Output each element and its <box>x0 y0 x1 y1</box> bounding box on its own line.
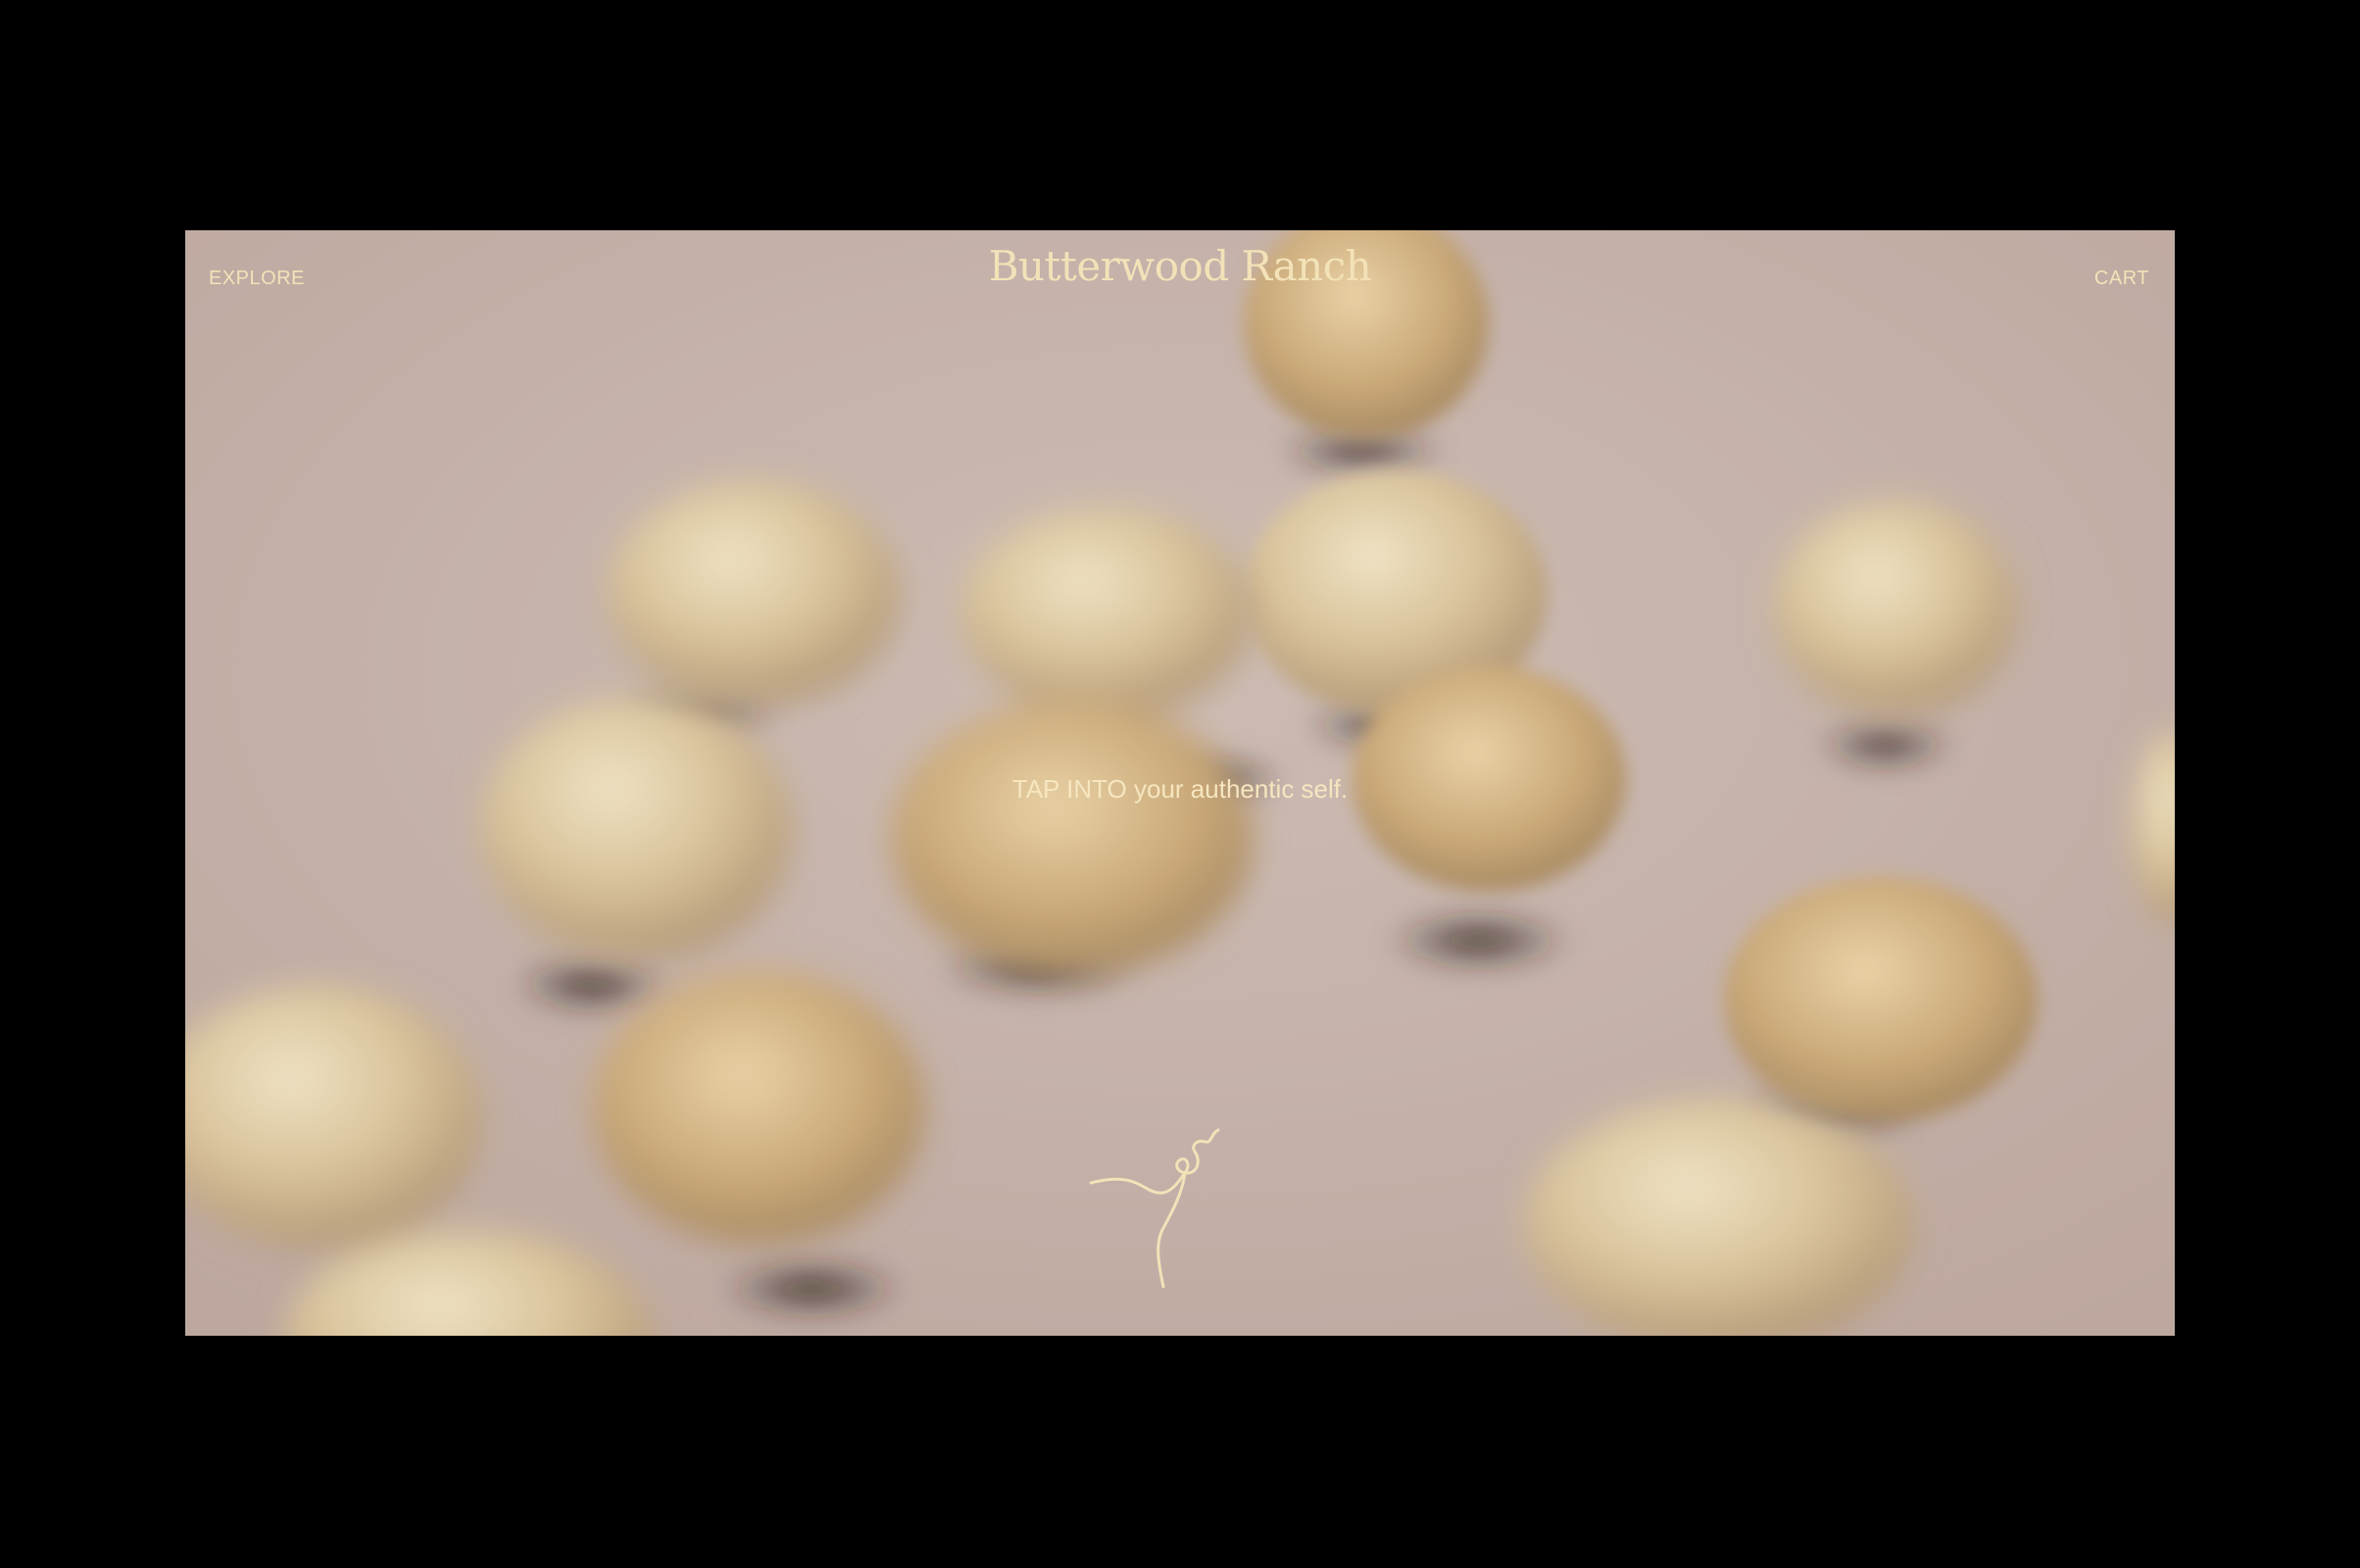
hero-frame: EXPLORE Butterwood Ranch CART TAP INTO y… <box>185 230 2175 1336</box>
hero-tagline: TAP INTO your authentic self. <box>1011 774 1349 804</box>
squiggle-logo-icon[interactable] <box>1089 1112 1246 1289</box>
brand-title[interactable]: Butterwood Ranch <box>185 242 2175 290</box>
cart-link[interactable]: CART <box>2094 268 2149 290</box>
